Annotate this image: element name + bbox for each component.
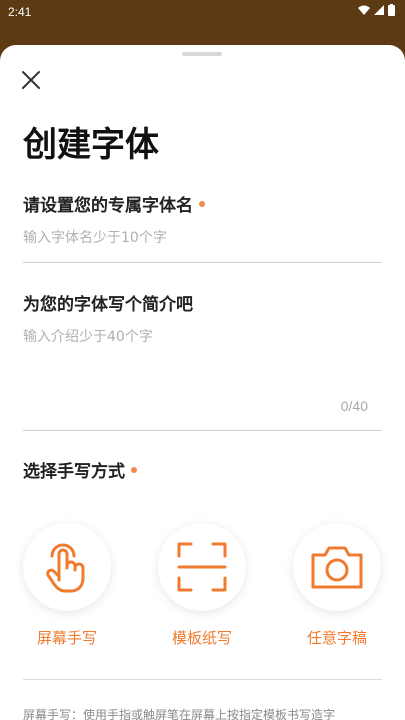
method-label: 选择手写方式 [23, 457, 137, 482]
method-icon-circle [293, 523, 381, 611]
font-name-input[interactable] [23, 227, 382, 249]
font-intro-label: 为您的字体写个简介吧 [23, 295, 193, 315]
create-font-sheet: 创建字体 请设置您的专属字体名 为您的字体写个简介吧 0/40 选择手写方式 屏… [0, 45, 405, 720]
method-screen-handwriting[interactable]: 屏幕手写 [17, 523, 117, 648]
signal-icon [374, 5, 384, 15]
font-name-label: 请设置您的专属字体名 [23, 191, 205, 216]
method-description: 屏幕手写：使用手指或触屏笔在屏幕上按指定模板书写造字 [23, 708, 336, 720]
method-any-manuscript[interactable]: 任意字稿 [287, 523, 387, 648]
font-intro-underline [23, 430, 382, 431]
page-title: 创建字体 [23, 125, 159, 165]
font-name-label-text: 请设置您的专属字体名 [23, 196, 193, 216]
footer-divider [23, 679, 382, 680]
font-intro-textarea[interactable] [23, 326, 382, 386]
method-icon-circle [23, 523, 111, 611]
required-dot [131, 467, 137, 473]
scan-frame-icon [177, 542, 227, 592]
drag-handle[interactable] [182, 52, 222, 56]
font-name-underline [23, 262, 382, 263]
close-button[interactable] [18, 67, 44, 93]
method-label-template: 模板纸写 [171, 629, 232, 647]
close-icon [22, 71, 40, 89]
method-template-paper[interactable]: 模板纸写 [152, 523, 252, 648]
finger-touch-icon [46, 543, 85, 593]
camera-icon [311, 546, 363, 589]
method-icon-circle [158, 523, 246, 611]
status-time: 2:41 [8, 5, 32, 19]
wifi-icon [358, 5, 370, 15]
battery-icon [388, 4, 395, 16]
method-label-text: 选择手写方式 [23, 462, 125, 482]
status-bar: 2:41 [0, 0, 405, 24]
method-label-screen: 屏幕手写 [36, 629, 97, 647]
method-label-camera: 任意字稿 [306, 629, 367, 647]
required-dot [199, 201, 205, 207]
status-icons [358, 4, 395, 16]
intro-char-counter: 0/40 [340, 398, 368, 414]
